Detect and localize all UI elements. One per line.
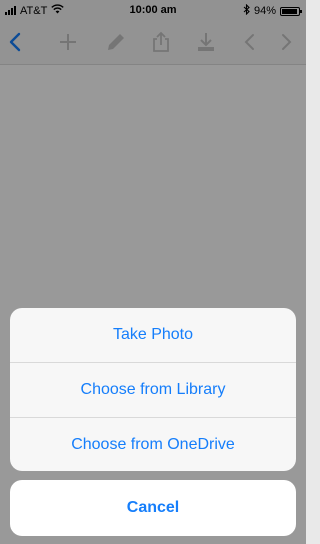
choose-from-onedrive-button[interactable]: Choose from OneDrive <box>10 418 296 471</box>
action-sheet: Take Photo Choose from Library Choose fr… <box>10 308 296 471</box>
cancel-button[interactable]: Cancel <box>10 480 296 536</box>
choose-from-library-button[interactable]: Choose from Library <box>10 363 296 418</box>
take-photo-button[interactable]: Take Photo <box>10 308 296 363</box>
